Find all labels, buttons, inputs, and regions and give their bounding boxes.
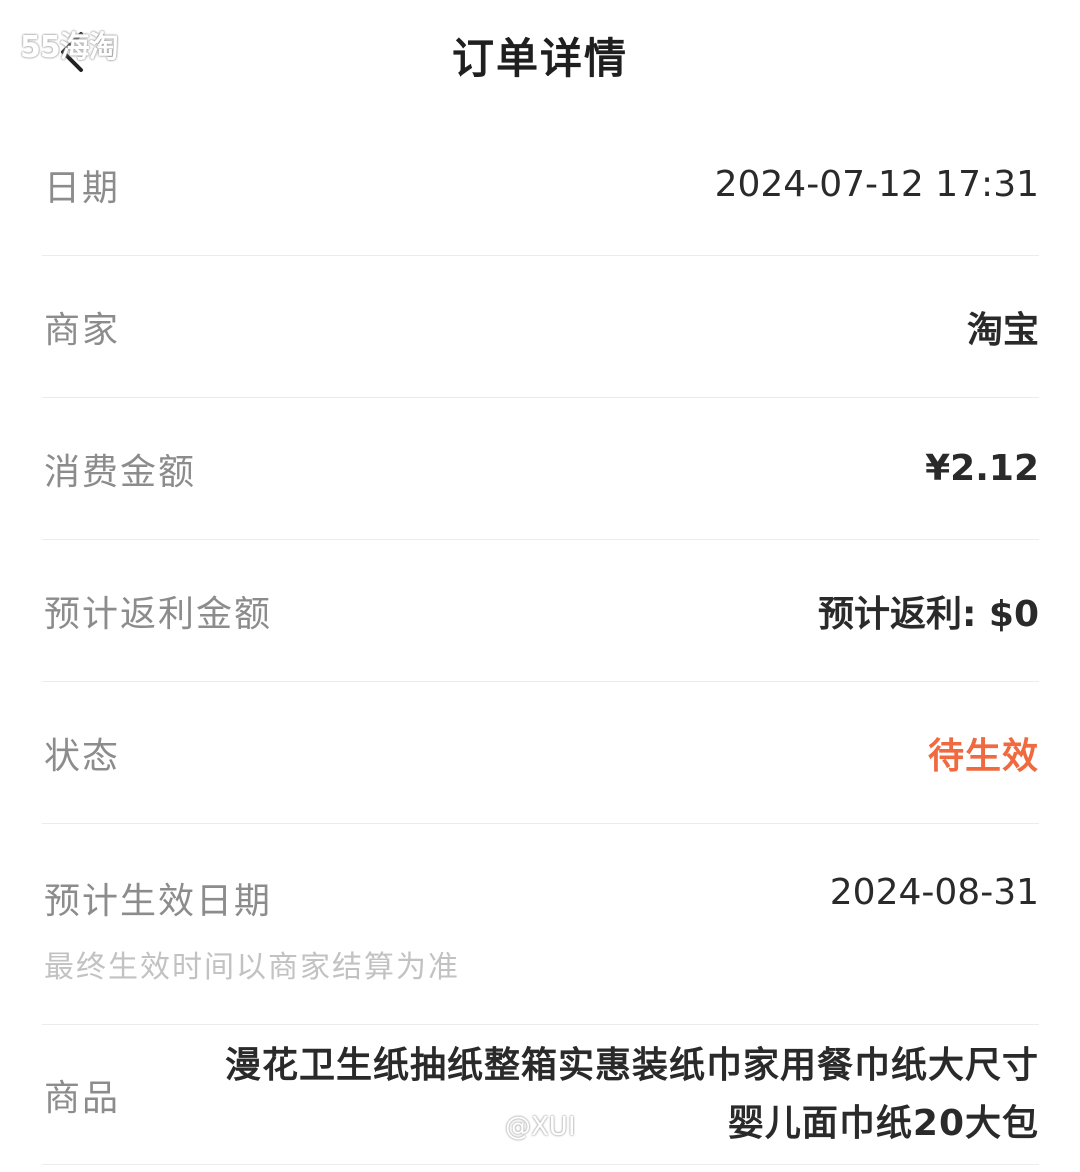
row-effective-date: 预计生效日期 2024-08-31 最终生效时间以商家结算为准 [42, 824, 1039, 1025]
row-label: 状态 [44, 735, 121, 777]
status-badge: 待生效 [927, 735, 1039, 777]
chevron-left-icon [61, 32, 83, 72]
row-goods: 商品 漫花卫生纸抽纸整箱实惠装纸巾家用餐巾纸大尺寸婴儿面巾纸20大包 [42, 1025, 1039, 1165]
row-value: 2024-07-12 17:31 [714, 164, 1039, 205]
row-label: 商家 [44, 309, 121, 351]
header: 订单详情 [0, 0, 1080, 110]
order-detail-page: 订单详情 55海淘 日期 2024-07-12 17:31 商家 淘宝 消费金额… [0, 0, 1080, 1172]
row-label: 预计返利金额 [44, 593, 273, 635]
row-date: 日期 2024-07-12 17:31 [42, 114, 1039, 256]
page-title: 订单详情 [451, 33, 628, 83]
goods-title: 漫花卫生纸抽纸整箱实惠装纸巾家用餐巾纸大尺寸婴儿面巾纸20大包 [224, 1044, 1039, 1144]
row-label: 日期 [44, 167, 121, 209]
row-value: ¥2.12 [925, 448, 1039, 489]
row-value: 预计返利: $0 [817, 593, 1039, 635]
row-amount: 消费金额 ¥2.12 [42, 398, 1039, 540]
row-label: 消费金额 [44, 451, 197, 493]
row-merchant: 商家 淘宝 [42, 256, 1039, 398]
row-label: 商品 [44, 1077, 121, 1119]
detail-list: 日期 2024-07-12 17:31 商家 淘宝 消费金额 ¥2.12 预计返… [42, 114, 1039, 1165]
row-label: 预计生效日期 [44, 881, 273, 922]
row-value: 淘宝 [966, 309, 1039, 351]
row-status: 状态 待生效 [42, 682, 1039, 824]
back-button[interactable] [52, 28, 92, 76]
row-rebate: 预计返利金额 预计返利: $0 [42, 540, 1039, 682]
row-value: 2024-08-31 [829, 872, 1039, 913]
row-note: 最终生效时间以商家结算为准 [44, 950, 460, 985]
